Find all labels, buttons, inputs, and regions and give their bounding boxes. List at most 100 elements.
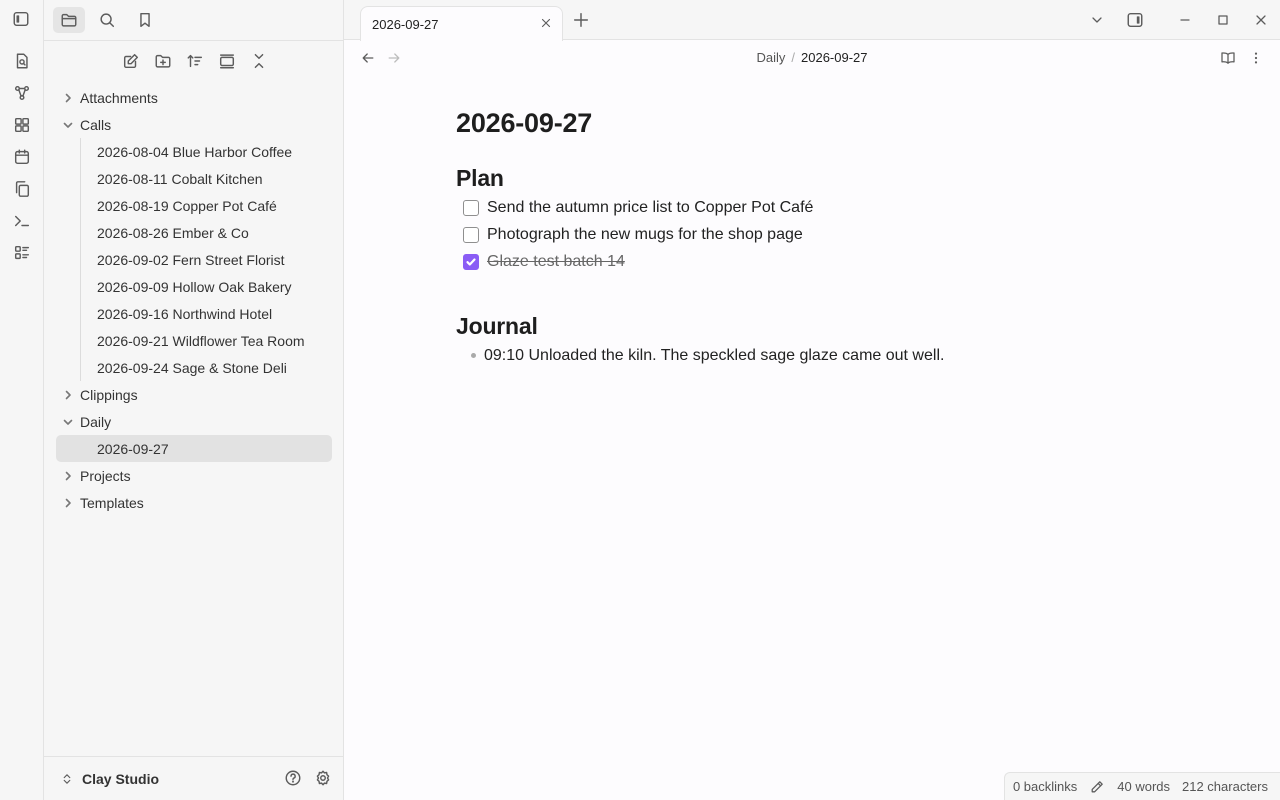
settings-icon[interactable]: [314, 769, 332, 787]
file-explorer-actions: [120, 52, 270, 70]
file-label: 2026-08-04 Blue Harbor Coffee: [97, 143, 293, 160]
new-folder-icon[interactable]: [152, 52, 174, 70]
file-search-icon[interactable]: [12, 52, 32, 70]
file-item[interactable]: 2026-09-27: [56, 435, 332, 462]
journal-heading: Journal: [456, 313, 538, 339]
chevron-right-icon: [56, 497, 80, 509]
maximize-icon[interactable]: [1204, 12, 1242, 28]
folder-clippings[interactable]: Clippings: [56, 381, 332, 408]
journal-list: 09:10 Unloaded the kiln. The speckled sa…: [456, 342, 1076, 369]
bookmark-icon[interactable]: [129, 7, 161, 33]
task-text[interactable]: Glaze test batch 14: [487, 253, 625, 271]
breadcrumb: Daily / 2026-09-27: [344, 50, 1280, 65]
file-explorer-sidebar: Attachments Calls 2026-08-04 Blue Harbor C…: [44, 0, 344, 800]
folder-projects[interactable]: Projects: [56, 462, 332, 489]
folder-icon[interactable]: [53, 7, 85, 33]
checkmark-icon: [466, 257, 476, 266]
minimize-icon[interactable]: [1166, 12, 1204, 28]
graph-icon[interactable]: [12, 84, 32, 102]
sort-icon[interactable]: [184, 52, 206, 70]
chevron-right-icon: [56, 470, 80, 482]
breadcrumb-folder[interactable]: Daily: [756, 50, 785, 65]
copy-icon[interactable]: [12, 180, 32, 198]
new-tab-icon[interactable]: [572, 11, 590, 29]
file-tree: Attachments Calls 2026-08-04 Blue Harbor C…: [56, 84, 332, 516]
folder-label: Calls: [80, 116, 112, 133]
right-sidebar-toggle-icon[interactable]: [1116, 11, 1154, 29]
file-label: 2026-09-16 Northwind Hotel: [97, 305, 273, 322]
file-label: 2026-09-21 Wildflower Tea Room: [97, 332, 305, 349]
journal-text: 09:10 Unloaded the kiln. The speckled sa…: [484, 346, 945, 364]
chevron-down-icon: [56, 119, 80, 131]
folder-label: Clippings: [80, 386, 138, 403]
reading-view-icon[interactable]: [1220, 50, 1236, 66]
collapse-all-icon[interactable]: [248, 52, 270, 70]
help-icon[interactable]: [284, 769, 302, 787]
character-count: 212 characters: [1182, 779, 1268, 794]
tab-list-chevron-icon[interactable]: [1078, 12, 1116, 28]
more-options-icon[interactable]: [1248, 50, 1264, 66]
search-icon[interactable]: [91, 7, 123, 33]
task-text[interactable]: Send the autumn price list to Copper Pot…: [487, 199, 813, 217]
file-label: 2026-09-27: [97, 440, 169, 457]
auto-reveal-icon[interactable]: [216, 52, 238, 70]
ribbon: [0, 0, 44, 800]
folder-attachments[interactable]: Attachments: [56, 84, 332, 111]
file-label: 2026-08-19 Copper Pot Café: [97, 197, 277, 214]
folder-calls[interactable]: Calls: [56, 111, 332, 138]
task-item: Send the autumn price list to Copper Pot…: [456, 194, 1076, 221]
bullet-dot: [471, 353, 476, 358]
task-checkbox[interactable]: [463, 226, 479, 243]
task-checkbox[interactable]: [463, 253, 479, 270]
task-item: Glaze test batch 14: [456, 248, 1076, 275]
note-editor[interactable]: 2026-09-27 Plan Send the autumn price li…: [456, 108, 1076, 369]
tab-note[interactable]: 2026-09-27: [360, 6, 563, 41]
note-title[interactable]: 2026-09-27: [456, 108, 1076, 139]
file-item[interactable]: 2026-09-21 Wildflower Tea Room: [56, 327, 332, 354]
vault-name: Clay Studio: [82, 770, 160, 787]
file-item[interactable]: 2026-09-09 Hollow Oak Bakery: [56, 273, 332, 300]
folder-children: 2026-08-04 Blue Harbor Coffee 2026-08-11 …: [56, 138, 332, 381]
folder-children: 2026-09-27: [56, 435, 332, 462]
terminal-icon[interactable]: [12, 212, 32, 230]
folder-label: Daily: [80, 413, 112, 430]
file-item[interactable]: 2026-09-16 Northwind Hotel: [56, 300, 332, 327]
folder-daily[interactable]: Daily: [56, 408, 332, 435]
task-text[interactable]: Photograph the new mugs for the shop pag…: [487, 226, 803, 244]
grid-icon[interactable]: [12, 116, 32, 134]
task-checkbox[interactable]: [463, 199, 479, 216]
window-controls: [1078, 0, 1280, 40]
file-label: 2026-09-09 Hollow Oak Bakery: [97, 278, 292, 295]
close-window-icon[interactable]: [1242, 12, 1280, 28]
edit-mode-icon[interactable]: [1089, 779, 1105, 795]
file-item[interactable]: 2026-09-02 Fern Street Florist: [56, 246, 332, 273]
file-item[interactable]: 2026-08-11 Cobalt Kitchen: [56, 165, 332, 192]
file-label: 2026-09-02 Fern Street Florist: [97, 251, 285, 268]
file-item[interactable]: 2026-09-24 Sage & Stone Deli: [56, 354, 332, 381]
sidebar-toggle-icon[interactable]: [12, 10, 32, 30]
breadcrumb-current[interactable]: 2026-09-27: [801, 50, 868, 65]
view-header: Daily / 2026-09-27: [344, 40, 1280, 78]
new-note-icon[interactable]: [120, 52, 142, 70]
file-item[interactable]: 2026-08-04 Blue Harbor Coffee: [56, 138, 332, 165]
file-label: 2026-09-24 Sage & Stone Deli: [97, 359, 287, 376]
tab-label: 2026-09-27: [372, 16, 439, 32]
list-icon[interactable]: [12, 244, 32, 262]
file-item[interactable]: 2026-08-19 Copper Pot Café: [56, 192, 332, 219]
folder-label: Templates: [80, 494, 144, 511]
folder-templates[interactable]: Templates: [56, 489, 332, 516]
sidebar-tabs: [53, 7, 161, 33]
plan-heading: Plan: [456, 165, 504, 191]
status-bar: 0 backlinks 40 words 212 characters: [1003, 772, 1280, 800]
tab-bar: 2026-09-27: [344, 0, 1280, 41]
file-item[interactable]: 2026-08-26 Ember & Co: [56, 219, 332, 246]
backlinks-count[interactable]: 0 backlinks: [1013, 779, 1077, 794]
close-tab-icon[interactable]: [539, 16, 553, 30]
calendar-icon[interactable]: [12, 148, 32, 166]
file-label: 2026-08-11 Cobalt Kitchen: [97, 170, 263, 187]
vault-switcher[interactable]: Clay Studio: [44, 756, 344, 800]
sidebar-divider: [44, 40, 344, 41]
task-item: Photograph the new mugs for the shop pag…: [456, 221, 1076, 248]
task-list: Send the autumn price list to Copper Pot…: [456, 194, 1076, 275]
journal-entry[interactable]: 09:10 Unloaded the kiln. The speckled sa…: [456, 342, 1076, 369]
